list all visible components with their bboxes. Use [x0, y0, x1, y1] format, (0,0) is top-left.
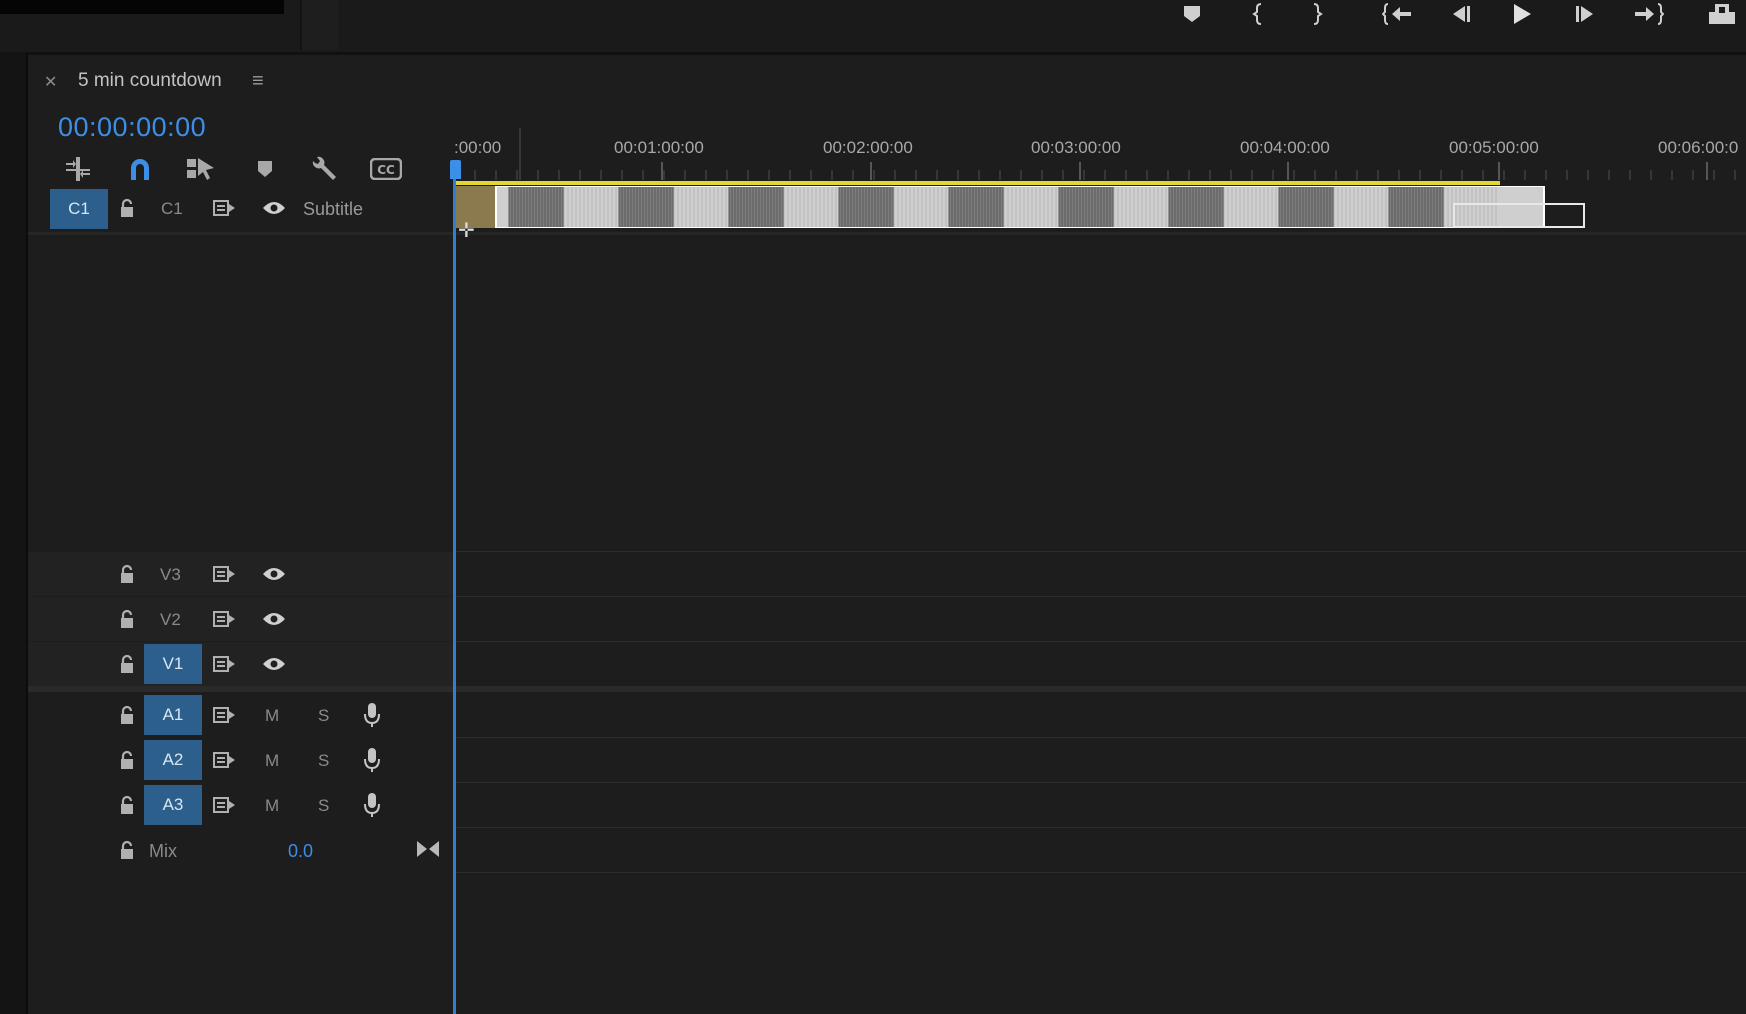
ruler-label: :00:00	[454, 138, 502, 157]
video-track-header-v1: V1	[28, 642, 454, 686]
timeline-tracks-area[interactable]	[454, 180, 1746, 1014]
track-line	[454, 872, 1746, 873]
sync-lock-icon[interactable]	[212, 607, 238, 631]
go-to-mix-icon[interactable]	[415, 838, 441, 860]
step-forward-icon[interactable]	[1566, 0, 1606, 28]
panel-menu-icon[interactable]: ≡	[252, 70, 264, 93]
eye-icon[interactable]	[260, 196, 288, 220]
sync-lock-icon[interactable]	[212, 703, 238, 727]
step-back-icon[interactable]	[1440, 0, 1480, 28]
cursor-move-icon: ✛	[458, 220, 475, 242]
caption-track-header: C1 C1 Subtitle	[28, 188, 454, 230]
caption-track-label: C1	[161, 199, 183, 218]
mark-out-icon[interactable]	[1296, 0, 1336, 28]
mute-button[interactable]: M	[265, 706, 279, 726]
caption-track-name: Subtitle	[303, 199, 364, 219]
lock-icon[interactable]	[116, 838, 138, 862]
track-target-a2[interactable]: A2	[144, 740, 202, 780]
track-target-v1[interactable]: V1	[144, 644, 202, 684]
audio-track-header-a3: A3 M S	[28, 783, 454, 827]
caption-source-target[interactable]: C1	[50, 189, 108, 229]
ruler-label: 00:03:00:00	[1031, 138, 1121, 157]
lock-icon[interactable]	[116, 562, 138, 586]
audio-track-header-a2: A2 M S	[28, 738, 454, 782]
track-line	[454, 641, 1746, 642]
ruler-label: 00:02:00:00	[823, 138, 913, 157]
mark-in-icon[interactable]	[1239, 0, 1279, 28]
marker-icon[interactable]	[1172, 0, 1212, 28]
caption-clip[interactable]	[454, 186, 1586, 228]
ruler-label: 00:04:00:00	[1240, 138, 1330, 157]
track-line	[454, 827, 1746, 828]
mute-button[interactable]: M	[265, 796, 279, 816]
track-line	[454, 551, 1746, 552]
mix-volume-value[interactable]: 0.0	[288, 841, 313, 862]
lock-icon[interactable]	[116, 652, 138, 676]
mix-track-header: Mix 0.0	[28, 828, 454, 872]
eye-icon[interactable]	[260, 607, 288, 631]
mute-button[interactable]: M	[265, 751, 279, 771]
playhead-handle[interactable]	[450, 160, 461, 179]
track-label-v2[interactable]: V2	[160, 610, 181, 630]
microphone-icon[interactable]	[361, 791, 383, 819]
audio-track-header-a1: A1 M S	[28, 693, 454, 737]
video-track-header-v2: V2	[28, 597, 454, 641]
track-label-v3[interactable]: V3	[160, 565, 181, 585]
microphone-icon[interactable]	[361, 701, 383, 729]
go-to-in-icon[interactable]	[1378, 0, 1418, 28]
sync-lock-icon[interactable]	[212, 196, 238, 220]
video-track-header-v3: V3	[28, 552, 454, 596]
solo-button[interactable]: S	[318, 751, 329, 771]
play-icon[interactable]	[1502, 0, 1542, 28]
ruler-label: 00:01:00:00	[614, 138, 704, 157]
track-line	[454, 782, 1746, 783]
solo-button[interactable]: S	[318, 706, 329, 726]
lock-icon[interactable]	[116, 748, 138, 772]
playhead-line[interactable]	[453, 166, 456, 1014]
mix-label: Mix	[149, 841, 177, 861]
close-tab-icon[interactable]: ✕	[44, 72, 57, 92]
track-target-a3[interactable]: A3	[144, 785, 202, 825]
track-target-a1[interactable]: A1	[144, 695, 202, 735]
sequence-tab-title[interactable]: 5 min countdown	[78, 70, 222, 92]
top-left-panel-edge	[0, 0, 284, 14]
playhead-timecode[interactable]: 00:00:00:00	[58, 112, 206, 143]
sync-lock-icon[interactable]	[212, 793, 238, 817]
lock-icon[interactable]	[116, 607, 138, 631]
lock-icon[interactable]	[116, 793, 138, 817]
svg-text:CC: CC	[377, 163, 395, 177]
track-line	[454, 737, 1746, 738]
left-panel-edge	[0, 52, 28, 1014]
go-to-out-icon[interactable]	[1628, 0, 1668, 28]
ruler-label: 00:06:00:0	[1658, 138, 1739, 157]
solo-button[interactable]: S	[318, 796, 329, 816]
sync-lock-icon[interactable]	[212, 748, 238, 772]
export-frame-icon[interactable]	[1702, 0, 1742, 28]
eye-icon[interactable]	[260, 652, 288, 676]
lock-icon[interactable]	[116, 196, 138, 220]
sync-lock-icon[interactable]	[212, 562, 238, 586]
lock-icon[interactable]	[116, 703, 138, 727]
ruler-label: 00:05:00:00	[1449, 138, 1539, 157]
work-area-bar[interactable]	[455, 181, 1500, 185]
track-line	[454, 596, 1746, 597]
sync-lock-icon[interactable]	[212, 652, 238, 676]
microphone-icon[interactable]	[361, 746, 383, 774]
panel-divider	[300, 0, 338, 50]
eye-icon[interactable]	[260, 562, 288, 586]
